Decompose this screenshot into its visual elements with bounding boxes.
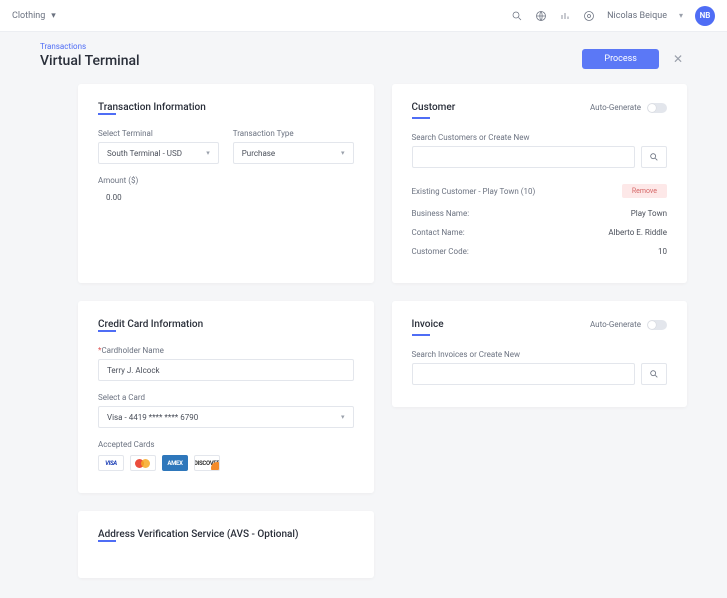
card-select[interactable]: Visa - 4419 **** **** 6790 ▾ (98, 406, 354, 428)
type-value: Purchase (242, 149, 275, 158)
card-title: Transaction Information (98, 102, 354, 113)
cardholder-label: Cardholder Name (98, 346, 354, 355)
contact-name-label: Contact Name: (412, 228, 465, 237)
terminal-select[interactable]: South Terminal - USD ▾ (98, 142, 219, 164)
amount-input[interactable]: 0.00 (98, 189, 354, 206)
card-title: Customer (412, 102, 456, 113)
autogen-toggle[interactable] (647, 103, 667, 113)
chevron-down-icon: ▾ (679, 11, 683, 20)
discover-logo-icon: DISCOVER (194, 455, 220, 471)
terminal-label: Select Terminal (98, 129, 219, 138)
title-underline (98, 113, 116, 115)
avs-card: Address Verification Service (AVS - Opti… (78, 511, 374, 578)
chevron-down-icon: ▾ (51, 11, 56, 21)
card-title: Invoice (412, 319, 444, 330)
cardholder-value: Terry J. Alcock (107, 366, 160, 375)
select-card-label: Select a Card (98, 393, 354, 402)
chevron-down-icon: ▾ (341, 413, 345, 421)
type-select[interactable]: Purchase ▾ (233, 142, 354, 164)
topbar: Clothing ▾ Nicolas Beique ▾ NB (0, 0, 727, 32)
customer-code-row: Customer Code: 10 (412, 242, 668, 261)
customer-search-input[interactable] (412, 146, 636, 168)
customer-search-button[interactable] (641, 146, 667, 168)
business-name-label: Business Name: (412, 209, 470, 218)
visa-logo-icon: VISA (98, 455, 124, 471)
amex-logo-icon: AMEX (162, 455, 188, 471)
invoice-search-button[interactable] (641, 363, 667, 385)
remove-customer-button[interactable]: Remove (622, 184, 667, 198)
invoice-search-input[interactable] (412, 363, 636, 385)
page-header: Transactions Virtual Terminal Process ✕ (0, 32, 727, 76)
business-name-value: Play Town (631, 209, 667, 218)
autogen-toggle[interactable] (647, 320, 667, 330)
card-title: Credit Card Information (98, 319, 354, 330)
terminal-value: South Terminal - USD (107, 149, 182, 158)
existing-customer-label: Existing Customer - Play Town (10) (412, 187, 536, 196)
chart-icon[interactable] (559, 10, 571, 22)
globe-icon[interactable] (535, 10, 547, 22)
close-icon[interactable]: ✕ (669, 48, 687, 70)
contact-name-value: Alberto E. Riddle (608, 228, 667, 237)
card-title: Address Verification Service (AVS - Opti… (98, 529, 354, 540)
invoice-card: Invoice Auto-Generate Search Invoices or… (392, 301, 688, 407)
org-name: Clothing (12, 11, 45, 21)
business-name-row: Business Name: Play Town (412, 204, 668, 223)
chevron-down-icon: ▾ (341, 149, 345, 157)
autogen-label: Auto-Generate (590, 103, 641, 112)
customer-search-label: Search Customers or Create New (412, 133, 668, 142)
customer-code-value: 10 (658, 247, 667, 256)
customer-card: Customer Auto-Generate Search Customers … (392, 84, 688, 283)
cardholder-input[interactable]: Terry J. Alcock (98, 359, 354, 381)
autogen-label: Auto-Generate (590, 320, 641, 329)
amount-label: Amount ($) (98, 176, 354, 185)
customer-code-label: Customer Code: (412, 247, 469, 256)
title-underline (98, 330, 116, 332)
avatar[interactable]: NB (695, 6, 715, 26)
mastercard-logo-icon (130, 455, 156, 471)
accepted-cards-row: VISA AMEX DISCOVER (98, 455, 354, 471)
gear-icon[interactable] (583, 10, 595, 22)
accepted-cards-label: Accepted Cards (98, 440, 354, 449)
title-underline (412, 117, 430, 119)
search-icon[interactable] (511, 10, 523, 22)
chevron-down-icon: ▾ (206, 149, 210, 157)
transaction-info-card: Transaction Information Select Terminal … (78, 84, 374, 283)
type-label: Transaction Type (233, 129, 354, 138)
card-value: Visa - 4419 **** **** 6790 (107, 413, 198, 422)
user-name[interactable]: Nicolas Beique (607, 11, 667, 21)
contact-name-row: Contact Name: Alberto E. Riddle (412, 223, 668, 242)
process-button[interactable]: Process (582, 49, 659, 69)
title-underline (98, 540, 116, 542)
content-grid: Transaction Information Select Terminal … (0, 76, 727, 598)
invoice-search-label: Search Invoices or Create New (412, 350, 668, 359)
topbar-right: Nicolas Beique ▾ NB (511, 6, 715, 26)
credit-card-card: Credit Card Information Cardholder Name … (78, 301, 374, 493)
org-switcher[interactable]: Clothing ▾ (12, 11, 56, 21)
title-underline (412, 334, 430, 336)
page-title: Virtual Terminal (40, 53, 140, 69)
breadcrumb[interactable]: Transactions (40, 42, 140, 51)
